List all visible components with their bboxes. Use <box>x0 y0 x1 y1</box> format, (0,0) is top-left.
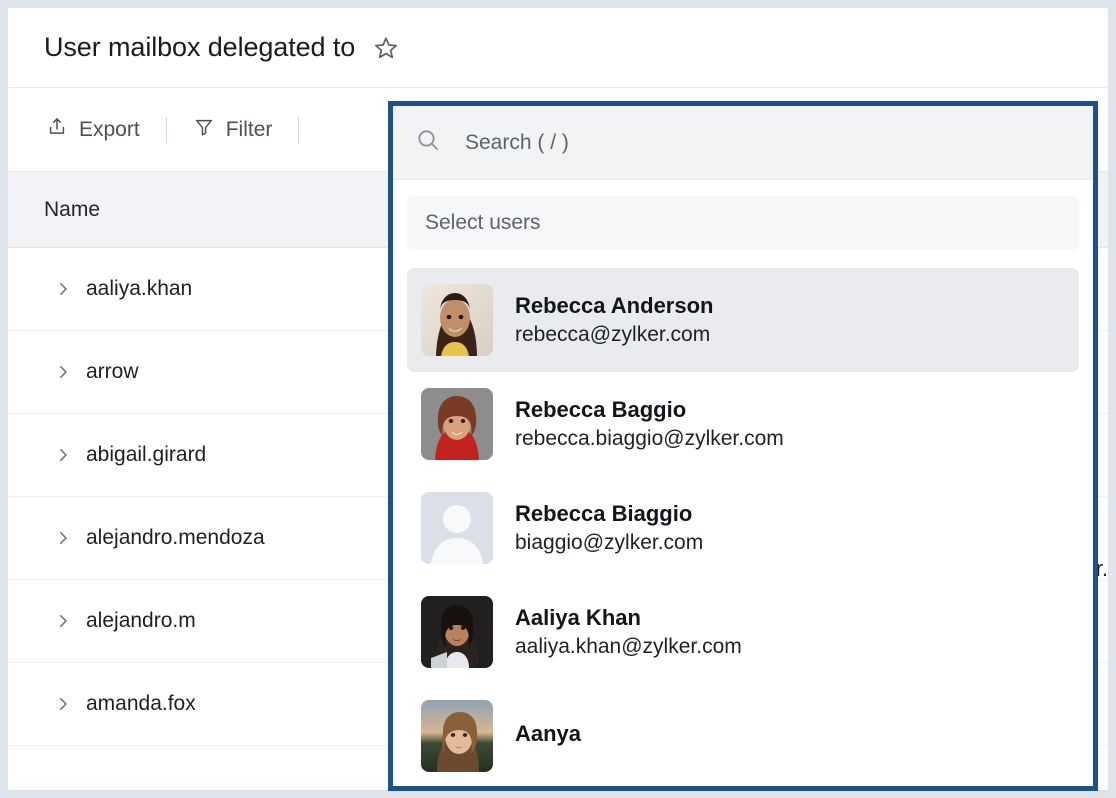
user-picker-dropdown: Search ( / ) Select users <box>388 101 1098 791</box>
filter-label: Filter <box>226 118 273 142</box>
user-text: Rebecca Baggio rebecca.biaggio@zylker.co… <box>515 397 784 451</box>
star-icon[interactable] <box>373 35 399 61</box>
avatar <box>421 492 493 564</box>
avatar <box>421 596 493 668</box>
chevron-right-icon[interactable] <box>54 612 72 630</box>
select-users-input[interactable]: Select users <box>407 196 1079 250</box>
user-list-item[interactable]: Rebecca Anderson rebecca@zylker.com <box>407 268 1079 372</box>
user-name: Aanya <box>515 721 581 746</box>
filter-icon <box>193 116 215 144</box>
screen: User mailbox delegated to Export <box>0 0 1116 798</box>
table-cell-name: amanda.fox <box>86 692 196 716</box>
user-text: Aanya <box>515 721 581 751</box>
table-cell-name: alejandro.m <box>86 609 196 633</box>
user-text: Aaliya Khan aaliya.khan@zylker.com <box>515 605 742 659</box>
chevron-right-icon[interactable] <box>54 446 72 464</box>
user-name: Aaliya Khan <box>515 605 742 630</box>
avatar <box>421 284 493 356</box>
table-cell-name: abigail.girard <box>86 443 206 467</box>
user-email: rebecca.biaggio@zylker.com <box>515 427 784 451</box>
export-button[interactable]: Export <box>44 112 142 148</box>
search-bar[interactable]: Search ( / ) <box>393 106 1093 180</box>
column-header-name: Name <box>44 198 100 222</box>
select-users-placeholder: Select users <box>425 211 541 235</box>
dropdown-body: Select users <box>393 180 1093 788</box>
search-input[interactable]: Search ( / ) <box>465 131 569 155</box>
user-list-item[interactable]: Rebecca Baggio rebecca.biaggio@zylker.co… <box>407 372 1079 476</box>
table-cell-name: arrow <box>86 360 139 384</box>
avatar <box>421 700 493 772</box>
user-name: Rebecca Baggio <box>515 397 784 422</box>
filter-button[interactable]: Filter <box>191 112 275 148</box>
user-email: aaliya.khan@zylker.com <box>515 635 742 659</box>
table-cell-name: aaliya.khan <box>86 277 192 301</box>
title-bar: User mailbox delegated to <box>8 8 1108 88</box>
chevron-right-icon[interactable] <box>54 695 72 713</box>
chevron-right-icon[interactable] <box>54 529 72 547</box>
search-icon <box>415 127 441 158</box>
page-title: User mailbox delegated to <box>44 32 355 63</box>
export-label: Export <box>79 118 140 142</box>
user-email: rebecca@zylker.com <box>515 323 713 347</box>
table-cell-name: alejandro.mendoza <box>86 526 265 550</box>
chevron-right-icon[interactable] <box>54 280 72 298</box>
user-name: Rebecca Biaggio <box>515 501 703 526</box>
user-list: Rebecca Anderson rebecca@zylker.com <box>407 268 1079 788</box>
toolbar-separator-1 <box>166 117 167 143</box>
user-list-item[interactable]: Aaliya Khan aaliya.khan@zylker.com <box>407 580 1079 684</box>
chevron-right-icon[interactable] <box>54 363 72 381</box>
export-icon <box>46 116 68 144</box>
user-email: biaggio@zylker.com <box>515 531 703 555</box>
user-text: Rebecca Biaggio biaggio@zylker.com <box>515 501 703 555</box>
avatar <box>421 388 493 460</box>
user-text: Rebecca Anderson rebecca@zylker.com <box>515 293 713 347</box>
user-list-item[interactable]: Aanya <box>407 684 1079 788</box>
user-name: Rebecca Anderson <box>515 293 713 318</box>
user-list-item[interactable]: Rebecca Biaggio biaggio@zylker.com <box>407 476 1079 580</box>
toolbar-separator-2 <box>298 117 299 143</box>
